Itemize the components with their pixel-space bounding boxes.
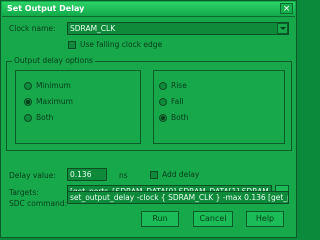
clock-name-dropdown[interactable]: SDRAM_CLK [67,22,289,35]
targets-label: Targets: [9,188,39,197]
radio-maximum[interactable] [24,98,32,106]
add-delay-checkbox[interactable] [150,171,158,179]
radio-fall-label: Fall [171,97,184,106]
min-max-box [15,70,141,144]
delay-value-input[interactable]: 0.136 [67,168,107,181]
title-bar[interactable]: Set Output Delay × [2,2,295,17]
help-button[interactable]: Help [246,211,284,227]
run-button[interactable]: Run [141,211,179,227]
delay-unit-label: ns [119,171,128,180]
radio-both-minmax[interactable] [24,114,32,122]
radio-maximum-label: Maximum [36,97,73,106]
radio-both-risefall-label: Both [171,113,189,122]
sdc-command-value: set_output_delay -clock { SDRAM_CLK } -m… [70,193,288,202]
set-output-delay-dialog: Set Output Delay × Clock name: SDRAM_CLK… [0,0,297,238]
add-delay-label: Add delay [162,170,200,179]
falling-edge-checkbox[interactable] [68,41,76,49]
delay-value-label: Delay value: [9,171,56,180]
radio-rise-label: Rise [171,81,187,90]
radio-both-minmax-label: Both [36,113,54,122]
radio-fall[interactable] [159,98,167,106]
delay-value: 0.136 [70,170,92,179]
radio-minimum[interactable] [24,82,32,90]
dialog-title: Set Output Delay [7,4,85,13]
radio-both-risefall[interactable] [159,114,167,122]
close-button[interactable]: × [280,3,293,14]
clock-name-value: SDRAM_CLK [70,24,116,33]
cancel-button[interactable]: Cancel [193,211,233,227]
falling-edge-label: Use falling clock edge [80,40,163,49]
chevron-down-icon[interactable] [277,23,288,34]
radio-minimum-label: Minimum [36,81,71,90]
sdc-command-field: set_output_delay -clock { SDRAM_CLK } -m… [67,191,289,204]
radio-rise[interactable] [159,82,167,90]
close-icon: × [282,4,291,14]
output-delay-options-label: Output delay options [12,56,95,65]
clock-name-label: Clock name: [9,24,56,33]
sdc-command-label: SDC command: [9,199,68,208]
